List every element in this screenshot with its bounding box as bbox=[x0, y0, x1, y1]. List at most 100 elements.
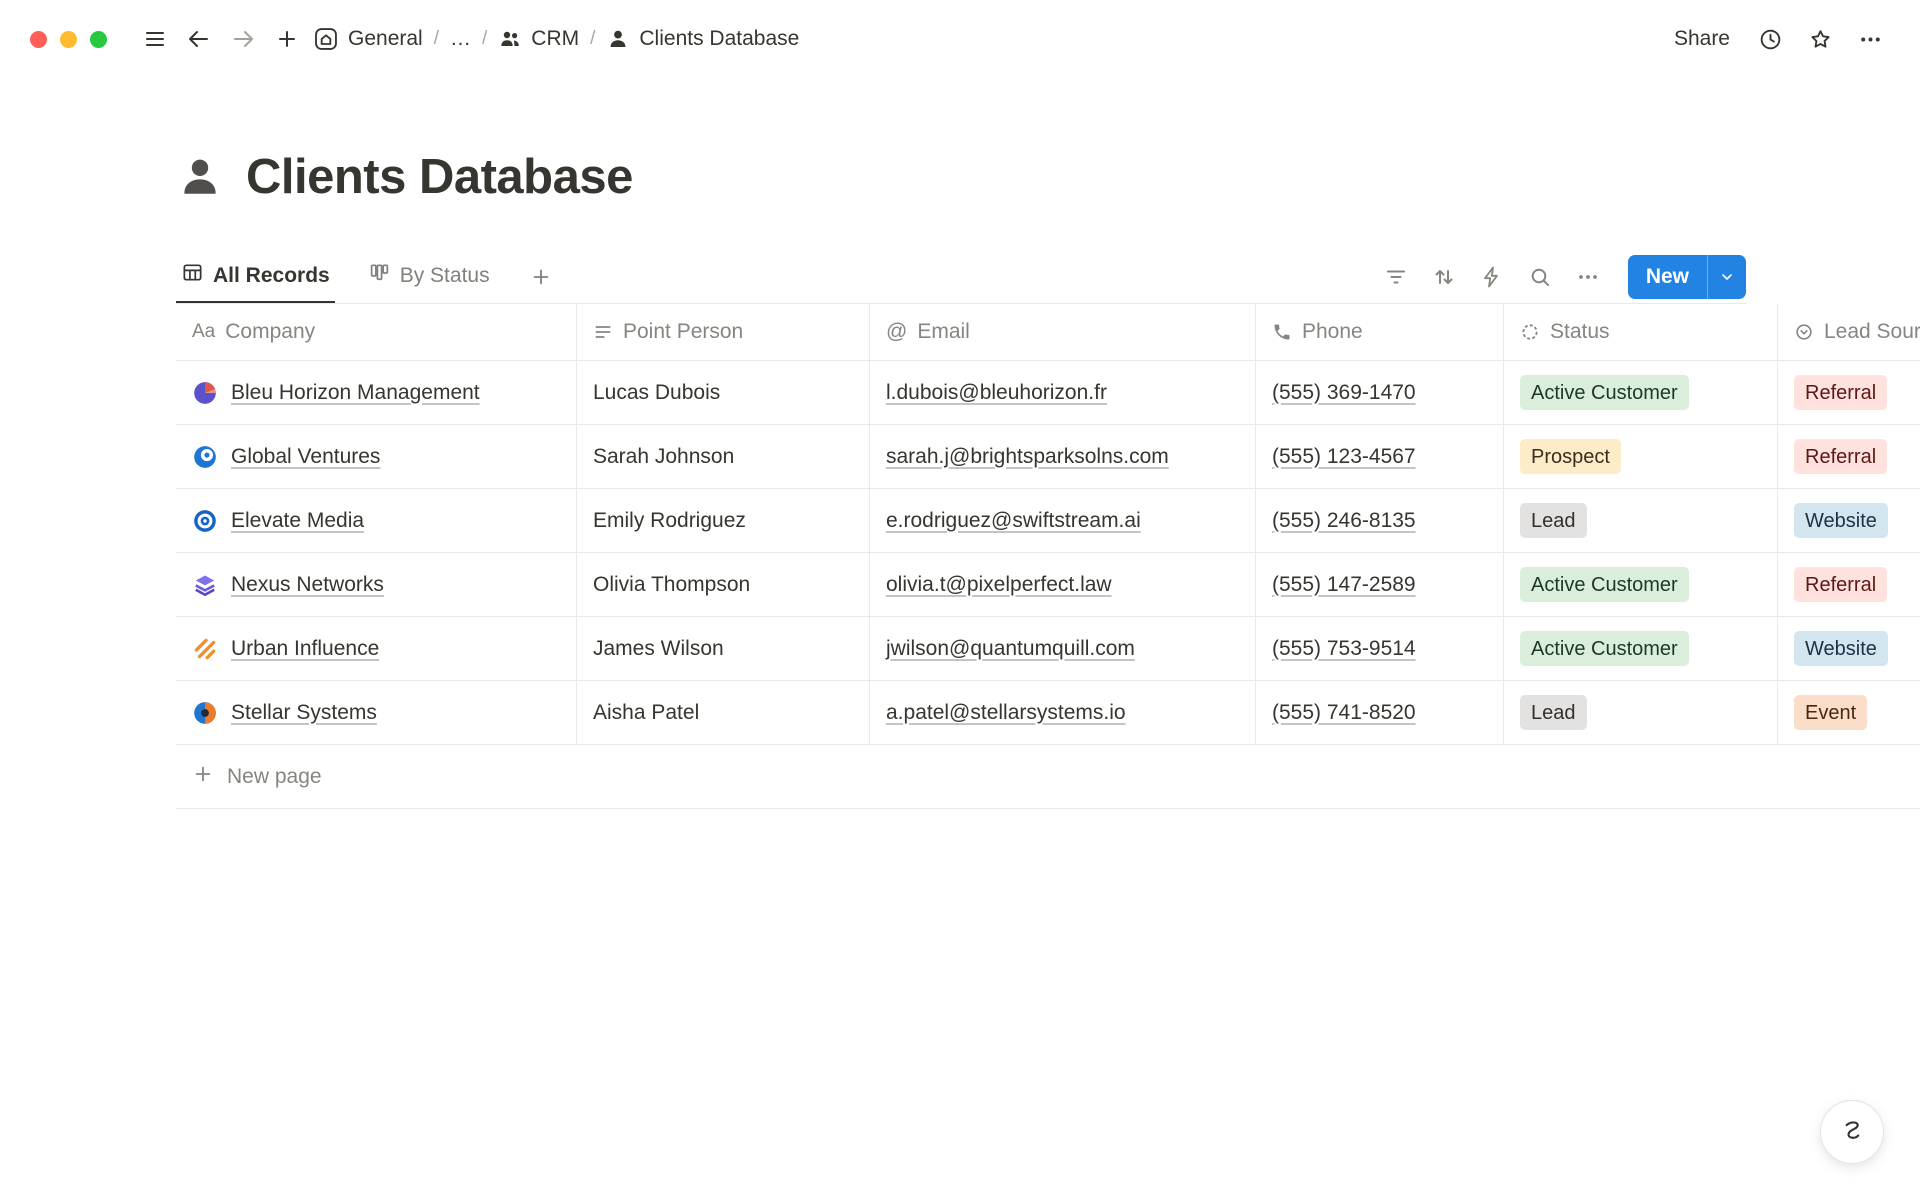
chevron-down-icon[interactable] bbox=[1708, 255, 1746, 299]
company-link[interactable]: Nexus Networks bbox=[231, 573, 384, 597]
phone-link[interactable]: (555) 741-8520 bbox=[1272, 701, 1416, 725]
favorite-button[interactable] bbox=[1800, 19, 1840, 59]
status-badge: Prospect bbox=[1520, 439, 1621, 474]
status-cell[interactable]: Prospect bbox=[1504, 425, 1778, 488]
phone-cell[interactable]: (555) 246-8135 bbox=[1256, 489, 1504, 552]
search-button[interactable] bbox=[1520, 257, 1560, 297]
status-cell[interactable]: Lead bbox=[1504, 681, 1778, 744]
lead-source-cell[interactable]: Event bbox=[1778, 681, 1920, 744]
minimize-window-button[interactable] bbox=[60, 31, 77, 48]
point-person-cell[interactable]: Lucas Dubois bbox=[577, 361, 870, 424]
column-header-phone[interactable]: Phone bbox=[1256, 304, 1504, 360]
company-cell[interactable]: Stellar Systems bbox=[176, 681, 577, 744]
email-cell[interactable]: jwilson@quantumquill.com bbox=[870, 617, 1256, 680]
automations-button[interactable] bbox=[1472, 257, 1512, 297]
column-header-point-person[interactable]: Point Person bbox=[577, 304, 870, 360]
column-header-company[interactable]: Aa Company bbox=[176, 304, 577, 360]
new-page-row[interactable]: New page bbox=[176, 745, 1920, 809]
phone-cell[interactable]: (555) 369-1470 bbox=[1256, 361, 1504, 424]
email-cell[interactable]: l.dubois@bleuhorizon.fr bbox=[870, 361, 1256, 424]
column-header-lead-source[interactable]: Lead Source bbox=[1778, 304, 1920, 360]
more-options-button[interactable] bbox=[1850, 19, 1890, 59]
phone-cell[interactable]: (555) 741-8520 bbox=[1256, 681, 1504, 744]
lead-source-cell[interactable]: Website bbox=[1778, 617, 1920, 680]
email-link[interactable]: a.patel@stellarsystems.io bbox=[886, 701, 1126, 725]
phone-link[interactable]: (555) 246-8135 bbox=[1272, 509, 1416, 533]
add-view-button[interactable] bbox=[523, 259, 559, 295]
breadcrumb-item-general[interactable]: General bbox=[313, 26, 423, 52]
email-cell[interactable]: a.patel@stellarsystems.io bbox=[870, 681, 1256, 744]
status-cell[interactable]: Active Customer bbox=[1504, 553, 1778, 616]
updates-button[interactable] bbox=[1750, 19, 1790, 59]
company-cell[interactable]: Elevate Media bbox=[176, 489, 577, 552]
email-link[interactable]: l.dubois@bleuhorizon.fr bbox=[886, 381, 1107, 405]
select-icon bbox=[1794, 322, 1814, 342]
company-link[interactable]: Urban Influence bbox=[231, 637, 379, 661]
filter-button[interactable] bbox=[1376, 257, 1416, 297]
point-person-cell[interactable]: Sarah Johnson bbox=[577, 425, 870, 488]
breadcrumb-item-crm[interactable]: CRM bbox=[498, 27, 579, 51]
point-person-cell[interactable]: Aisha Patel bbox=[577, 681, 870, 744]
phone-link[interactable]: (555) 147-2589 bbox=[1272, 573, 1416, 597]
company-link[interactable]: Stellar Systems bbox=[231, 701, 377, 725]
point-person-cell[interactable]: Olivia Thompson bbox=[577, 553, 870, 616]
point-person-cell[interactable]: James Wilson bbox=[577, 617, 870, 680]
status-badge: Lead bbox=[1520, 503, 1587, 538]
close-window-button[interactable] bbox=[30, 31, 47, 48]
zoom-window-button[interactable] bbox=[90, 31, 107, 48]
breadcrumb-label: General bbox=[348, 27, 423, 51]
lead-source-cell[interactable]: Website bbox=[1778, 489, 1920, 552]
sort-button[interactable] bbox=[1424, 257, 1464, 297]
tab-by-status[interactable]: By Status bbox=[363, 250, 495, 303]
lead-source-cell[interactable]: Referral bbox=[1778, 361, 1920, 424]
point-person-cell[interactable]: Emily Rodriguez bbox=[577, 489, 870, 552]
phone-link[interactable]: (555) 123-4567 bbox=[1272, 445, 1416, 469]
email-link[interactable]: sarah.j@brightsparksolns.com bbox=[886, 445, 1169, 469]
breadcrumb-separator: / bbox=[590, 28, 595, 50]
ellipsis-icon bbox=[1858, 27, 1883, 52]
company-cell[interactable]: Urban Influence bbox=[176, 617, 577, 680]
plus-icon bbox=[192, 763, 214, 791]
new-button[interactable]: New bbox=[1628, 255, 1746, 299]
back-arrow-icon bbox=[187, 27, 211, 51]
company-cell[interactable]: Global Ventures bbox=[176, 425, 577, 488]
company-link[interactable]: Elevate Media bbox=[231, 509, 364, 533]
status-cell[interactable]: Active Customer bbox=[1504, 361, 1778, 424]
table-row: Nexus Networks Olivia Thompson olivia.t@pi… bbox=[176, 553, 1920, 617]
breadcrumb-item-clients-database[interactable]: Clients Database bbox=[606, 27, 799, 51]
email-cell[interactable]: e.rodriguez@swiftstream.ai bbox=[870, 489, 1256, 552]
company-link[interactable]: Global Ventures bbox=[231, 445, 380, 469]
email-link[interactable]: jwilson@quantumquill.com bbox=[886, 637, 1135, 661]
status-cell[interactable]: Lead bbox=[1504, 489, 1778, 552]
ai-assistant-button[interactable] bbox=[1820, 1100, 1884, 1164]
phone-cell[interactable]: (555) 753-9514 bbox=[1256, 617, 1504, 680]
forward-button[interactable] bbox=[223, 19, 263, 59]
email-link[interactable]: e.rodriguez@swiftstream.ai bbox=[886, 509, 1141, 533]
company-link[interactable]: Bleu Horizon Management bbox=[231, 381, 480, 405]
column-header-email[interactable]: @ Email bbox=[870, 304, 1256, 360]
phone-cell[interactable]: (555) 147-2589 bbox=[1256, 553, 1504, 616]
new-button-label[interactable]: New bbox=[1628, 255, 1707, 299]
breadcrumb-item-collapsed[interactable]: … bbox=[450, 27, 471, 51]
email-cell[interactable]: olivia.t@pixelperfect.law bbox=[870, 553, 1256, 616]
new-page-button[interactable] bbox=[267, 19, 307, 59]
company-cell[interactable]: Bleu Horizon Management bbox=[176, 361, 577, 424]
tab-all-records[interactable]: All Records bbox=[176, 250, 335, 303]
status-badge: Active Customer bbox=[1520, 567, 1689, 602]
lead-source-cell[interactable]: Referral bbox=[1778, 553, 1920, 616]
email-link[interactable]: olivia.t@pixelperfect.law bbox=[886, 573, 1112, 597]
phone-link[interactable]: (555) 369-1470 bbox=[1272, 381, 1416, 405]
back-button[interactable] bbox=[179, 19, 219, 59]
sidebar-toggle-button[interactable] bbox=[135, 19, 175, 59]
email-cell[interactable]: sarah.j@brightsparksolns.com bbox=[870, 425, 1256, 488]
share-button[interactable]: Share bbox=[1664, 21, 1740, 57]
table-row: Urban Influence James Wilson jwilson@quant… bbox=[176, 617, 1920, 681]
column-header-status[interactable]: Status bbox=[1504, 304, 1778, 360]
view-options-button[interactable] bbox=[1568, 257, 1608, 297]
phone-link[interactable]: (555) 753-9514 bbox=[1272, 637, 1416, 661]
lead-source-cell[interactable]: Referral bbox=[1778, 425, 1920, 488]
status-cell[interactable]: Active Customer bbox=[1504, 617, 1778, 680]
breadcrumb-label: Clients Database bbox=[639, 27, 799, 51]
phone-cell[interactable]: (555) 123-4567 bbox=[1256, 425, 1504, 488]
company-cell[interactable]: Nexus Networks bbox=[176, 553, 577, 616]
